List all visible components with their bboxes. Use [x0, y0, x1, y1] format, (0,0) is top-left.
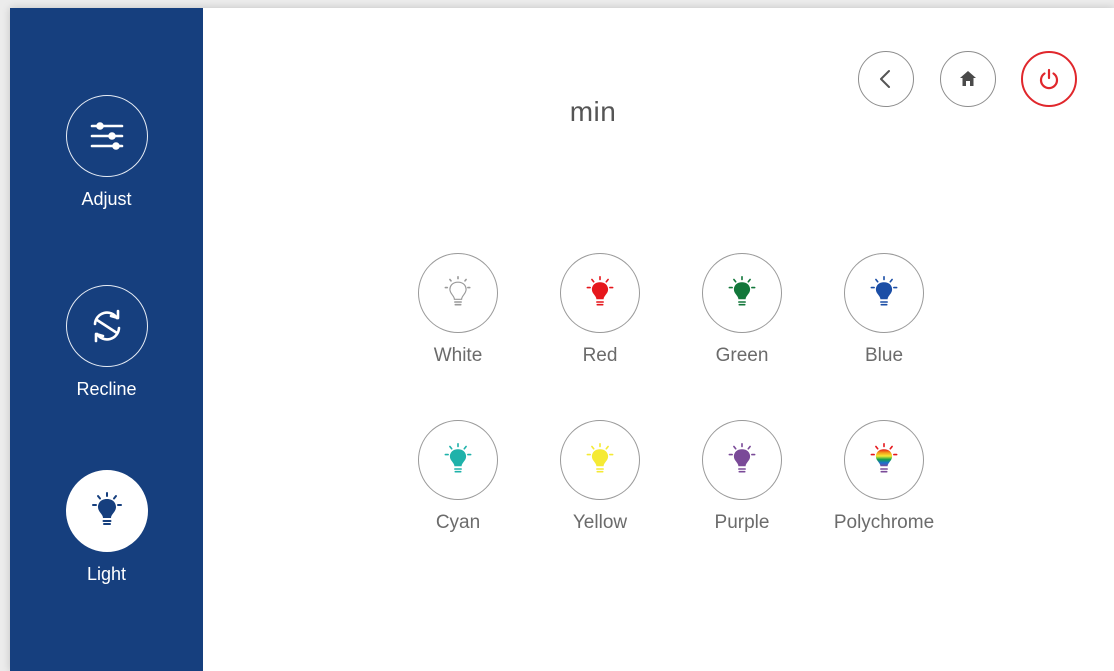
sidebar-item-label: Recline: [76, 379, 137, 399]
chevron-left-icon: [880, 70, 890, 88]
power-button[interactable]: [1021, 51, 1077, 107]
home-icon: [960, 71, 976, 86]
lightbulb-icon: [66, 470, 148, 552]
lightbulb-icon: [702, 253, 782, 333]
color-option-label: Cyan: [435, 512, 481, 533]
power-icon: [1039, 68, 1059, 90]
lightbulb-icon: [418, 253, 498, 333]
sidebar: Adjust Recline Light: [10, 8, 203, 671]
recline-arrows-icon: [66, 285, 148, 367]
app-window: Adjust Recline Light min White Red Green…: [10, 8, 1114, 671]
color-option-label: Green: [715, 345, 769, 366]
color-option-label: Blue: [864, 345, 904, 366]
back-button[interactable]: [858, 51, 914, 107]
lightbulb-icon: [844, 253, 924, 333]
color-option-label: Purple: [714, 512, 770, 533]
sidebar-item-label: Light: [86, 564, 127, 584]
color-option-label: Yellow: [572, 512, 628, 533]
lightbulb-icon: [560, 253, 640, 333]
color-option-label: Polychrome: [833, 512, 935, 533]
page-title: min: [569, 96, 617, 127]
color-option-label: Red: [582, 345, 618, 366]
sidebar-item-label: Adjust: [81, 189, 132, 209]
sliders-icon: [66, 95, 148, 177]
lightbulb-icon: [560, 420, 640, 500]
lightbulb-icon: [418, 420, 498, 500]
lightbulb-icon: [702, 420, 782, 500]
main-panel: min White Red Green Blue Cyan Yellow Purple Pol…: [203, 8, 1114, 671]
home-button[interactable]: [940, 51, 996, 107]
color-option-label: White: [433, 345, 483, 366]
lightbulb-icon: [844, 420, 924, 500]
